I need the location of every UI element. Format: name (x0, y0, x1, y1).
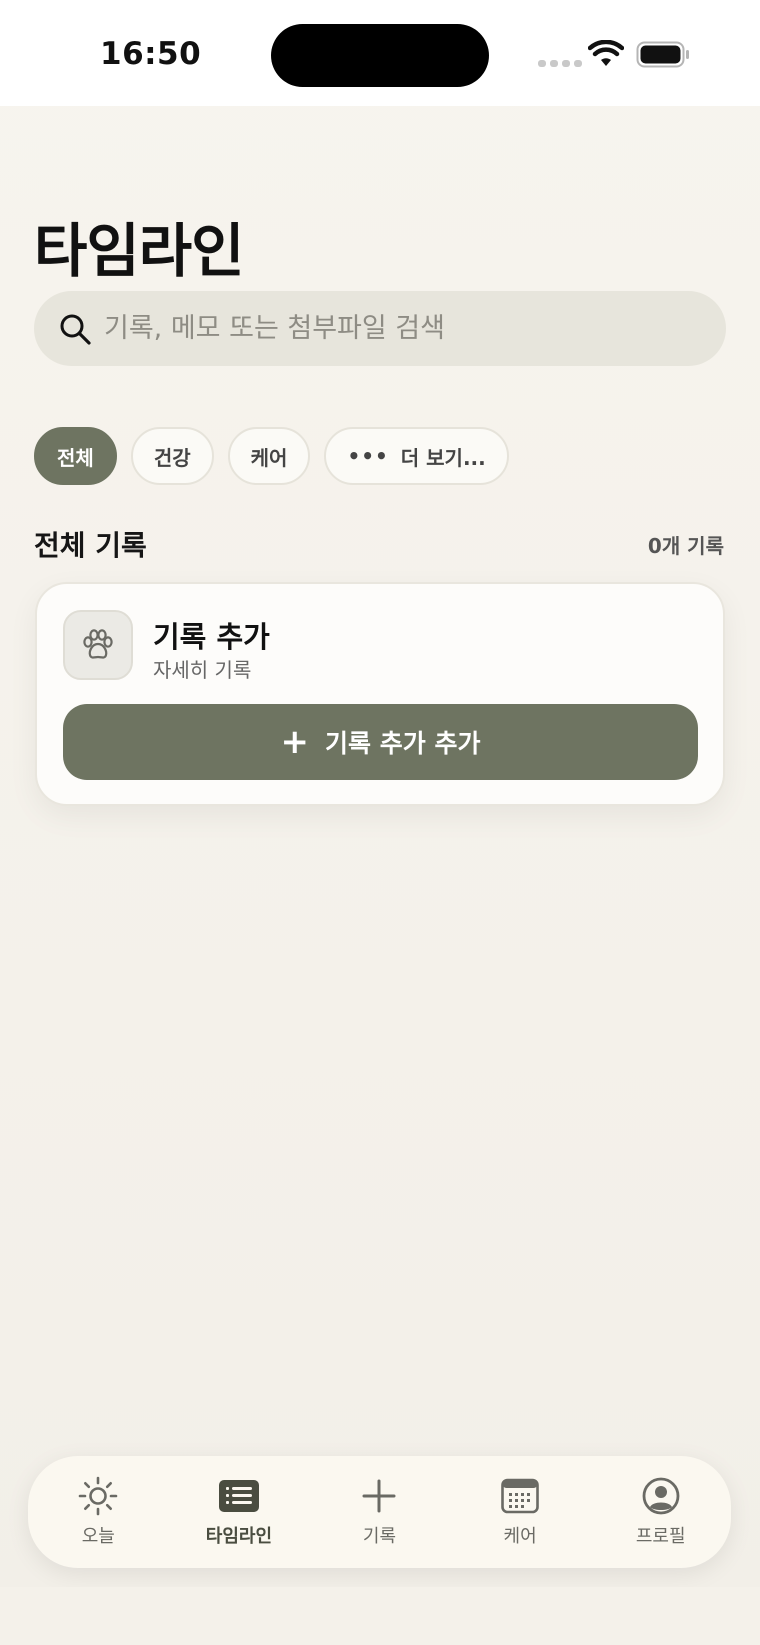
filter-chip-all[interactable]: 전체 (34, 427, 117, 485)
card-icon-container (63, 610, 133, 680)
tab-timeline[interactable]: 타임라인 (169, 1456, 310, 1568)
search-bar[interactable] (34, 291, 726, 366)
battery-icon (636, 41, 689, 68)
profile-icon (642, 1477, 680, 1515)
tab-timeline-label: 타임라인 (205, 1526, 273, 1547)
page-title: 타임라인 (34, 217, 244, 285)
status-bar: 16:50 (0, 0, 760, 106)
list-icon (218, 1480, 259, 1512)
search-input[interactable] (104, 313, 704, 344)
filter-chip-more[interactable]: ••• 더 보기... (324, 427, 509, 485)
tab-profile-label: 프로필 (635, 1526, 686, 1547)
status-time: 16:50 (100, 36, 202, 72)
home-indicator-area (0, 1587, 760, 1645)
dynamic-island (271, 24, 489, 87)
tab-care[interactable]: 케어 (450, 1456, 591, 1568)
ellipsis-icon: ••• (347, 444, 389, 468)
add-record-button[interactable]: + 기록 추가 추가 (63, 704, 698, 780)
tab-record-label: 기록 (362, 1526, 397, 1547)
wifi-icon (588, 40, 624, 66)
plus-icon (362, 1479, 396, 1513)
filter-chip-more-label: 더 보기... (400, 445, 486, 470)
filter-chip-care[interactable]: 케어 (227, 427, 311, 485)
card-subtitle: 자세히 기록 (153, 658, 252, 682)
tab-today[interactable]: 오늘 (28, 1456, 169, 1568)
filter-chips: 전체 건강 케어 ••• 더 보기... (34, 427, 509, 485)
timeline-screen: 16:50 타임라인 전체 건강 케어 ••• 더 보기... (0, 0, 760, 1645)
calendar-icon (501, 1478, 539, 1514)
tab-profile[interactable]: 프로필 (590, 1456, 731, 1568)
tab-bar: 오늘 타임라인 기록 케어 프로필 (28, 1456, 731, 1568)
cellular-signal-icon (538, 60, 582, 67)
paw-icon (83, 629, 113, 659)
section-title: 전체 기록 (34, 529, 147, 562)
tab-care-label: 케어 (503, 1526, 537, 1547)
add-record-button-label: 기록 추가 추가 (325, 729, 481, 758)
tab-record[interactable]: 기록 (309, 1456, 450, 1568)
card-title: 기록 추가 (153, 620, 270, 654)
plus-icon: + (280, 722, 310, 762)
sun-icon (78, 1476, 118, 1516)
tab-today-label: 오늘 (81, 1526, 115, 1547)
search-icon (60, 314, 91, 345)
record-count: 0개 기록 (647, 534, 724, 558)
filter-chip-health[interactable]: 건강 (130, 427, 214, 485)
add-record-card: 기록 추가 자세히 기록 + 기록 추가 추가 (35, 582, 725, 806)
